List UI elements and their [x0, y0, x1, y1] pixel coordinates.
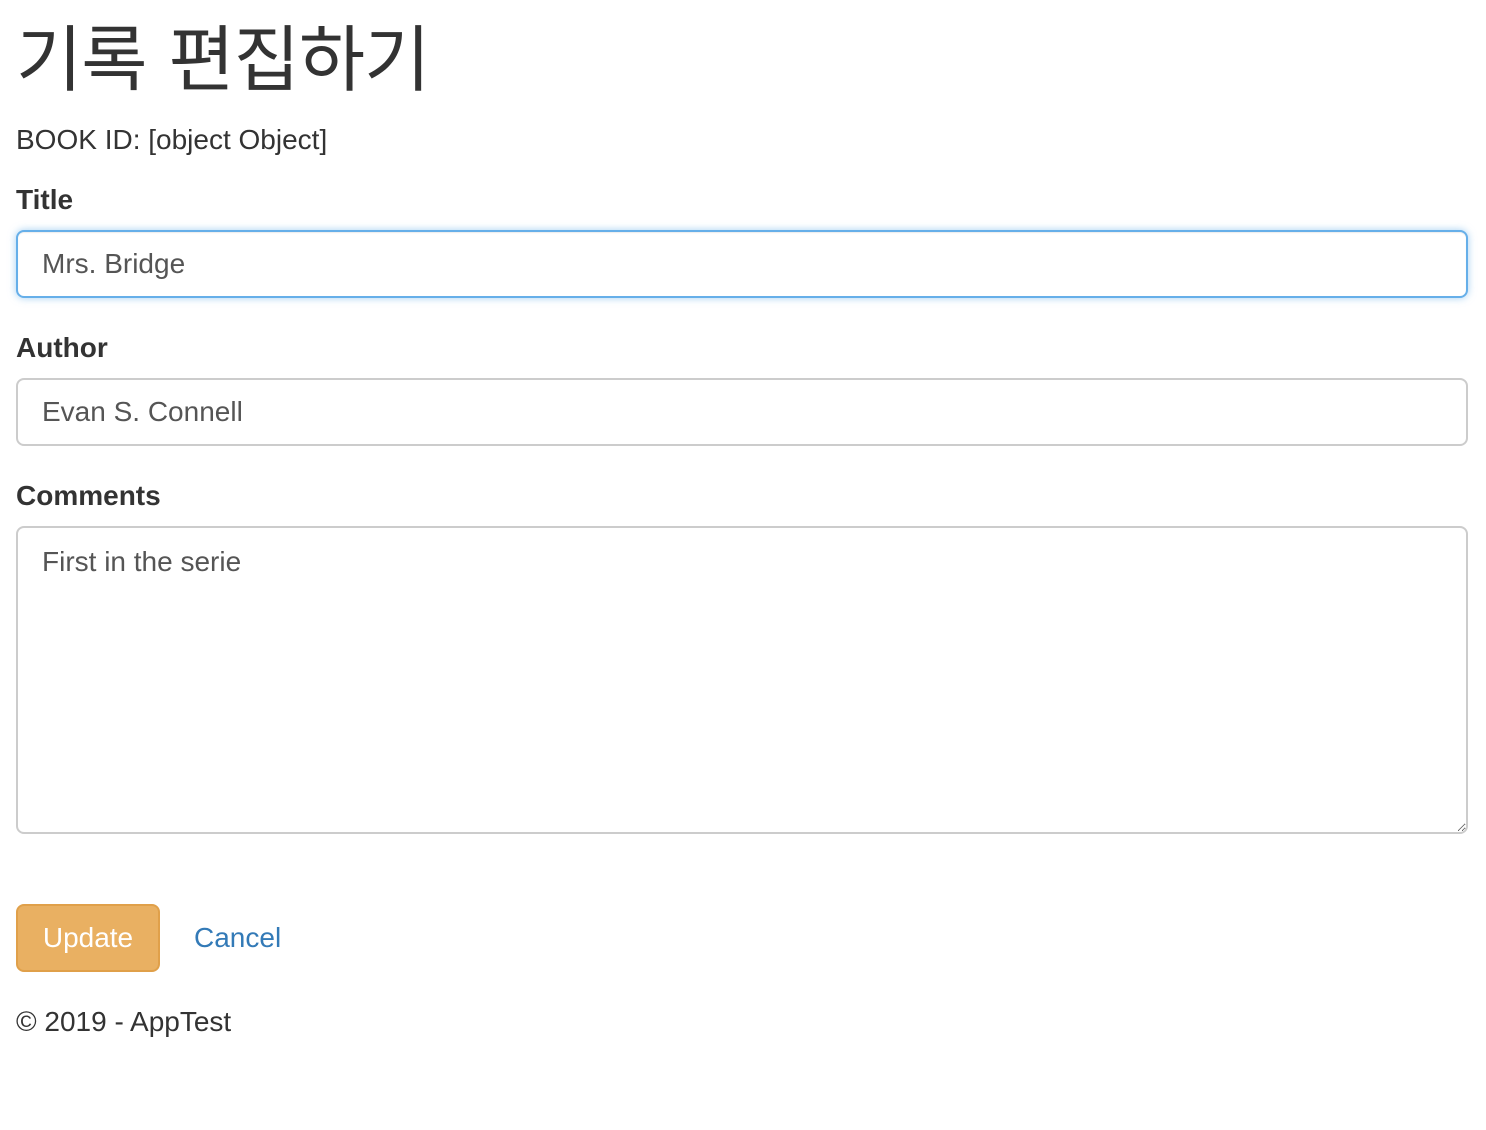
update-button[interactable]: Update: [16, 904, 160, 972]
author-label: Author: [16, 332, 108, 363]
title-label: Title: [16, 184, 74, 215]
comments-label: Comments: [16, 480, 161, 511]
page-title: 기록 편집하기: [16, 18, 430, 102]
comments-textarea[interactable]: First in the serie: [16, 526, 1468, 834]
footer-copyright: © 2019 - AppTest: [16, 1006, 232, 1037]
cancel-link[interactable]: Cancel: [194, 920, 281, 956]
book-id-text: BOOK ID: [object Object]: [16, 124, 328, 155]
author-input[interactable]: [16, 378, 1468, 446]
title-input[interactable]: [16, 230, 1468, 298]
